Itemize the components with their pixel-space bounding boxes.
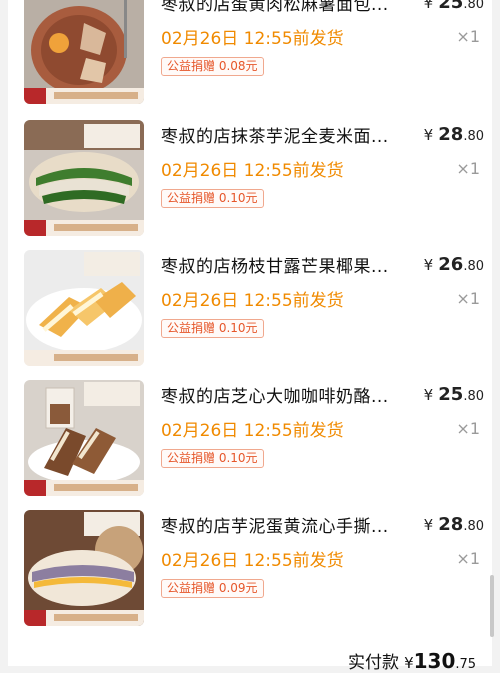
product-price: ¥ 25.80 xyxy=(424,0,484,13)
ship-time: 02月26日 12:55前发货 xyxy=(161,421,344,441)
currency-symbol: ¥ xyxy=(423,516,434,534)
charity-donation-tag: 公益捐赠 0.08元 xyxy=(161,57,264,76)
price-integer: 26 xyxy=(438,254,464,275)
price-integer: 28 xyxy=(438,514,464,535)
currency-symbol: ¥ xyxy=(423,126,434,144)
total-decimal: .75 xyxy=(455,657,477,672)
price-decimal: .80 xyxy=(463,0,484,12)
price-integer: 28 xyxy=(438,124,464,145)
product-image[interactable] xyxy=(24,510,144,626)
product-price: ¥ 28.80 xyxy=(424,124,484,145)
product-price: ¥ 28.80 xyxy=(424,514,484,535)
currency-symbol: ¥ xyxy=(423,386,434,404)
ship-time: 02月26日 12:55前发货 xyxy=(161,551,344,571)
order-item[interactable]: 枣叔的店芋泥蛋黄流心手撕... ¥ 28.80 02月26日 12:55前发货 … xyxy=(24,510,484,632)
charity-donation-tag: 公益捐赠 0.10元 xyxy=(161,449,264,468)
order-item[interactable]: 枣叔的店芝心大咖咖啡奶酪... ¥ 25.80 02月26日 12:55前发货 … xyxy=(24,380,484,502)
ship-time: 02月26日 12:55前发货 xyxy=(161,291,344,311)
price-decimal: .80 xyxy=(463,259,484,274)
quantity: ×1 xyxy=(456,289,480,308)
order-item[interactable]: 枣叔的店蛋黄肉松麻薯面包... ¥ 25.80 02月26日 12:55前发货 … xyxy=(24,0,484,110)
quantity: ×1 xyxy=(456,27,480,46)
product-price: ¥ 26.80 xyxy=(424,254,484,275)
price-decimal: .80 xyxy=(463,389,484,404)
product-name[interactable]: 枣叔的店芝心大咖咖啡奶酪... xyxy=(161,382,406,407)
currency-symbol: ¥ xyxy=(404,654,414,672)
ship-time: 02月26日 12:55前发货 xyxy=(161,161,344,181)
product-image[interactable] xyxy=(24,380,144,496)
currency-symbol: ¥ xyxy=(423,0,434,12)
price-decimal: .80 xyxy=(463,129,484,144)
ship-time: 02月26日 12:55前发货 xyxy=(161,29,344,49)
product-image[interactable] xyxy=(24,120,144,236)
product-name[interactable]: 枣叔的店杨枝甘露芒果椰果... xyxy=(161,252,406,277)
currency-symbol: ¥ xyxy=(423,256,434,274)
quantity: ×1 xyxy=(456,419,480,438)
product-image[interactable] xyxy=(24,250,144,366)
charity-donation-tag: 公益捐赠 0.09元 xyxy=(161,579,264,598)
order-item[interactable]: 枣叔的店杨枝甘露芒果椰果... ¥ 26.80 02月26日 12:55前发货 … xyxy=(24,250,484,372)
product-price: ¥ 25.80 xyxy=(424,384,484,405)
price-decimal: .80 xyxy=(463,519,484,534)
charity-donation-tag: 公益捐赠 0.10元 xyxy=(161,319,264,338)
quantity: ×1 xyxy=(456,549,480,568)
product-name[interactable]: 枣叔的店蛋黄肉松麻薯面包... xyxy=(161,0,406,15)
charity-donation-tag: 公益捐赠 0.10元 xyxy=(161,189,264,208)
order-items-card: 枣叔的店蛋黄肉松麻薯面包... ¥ 25.80 02月26日 12:55前发货 … xyxy=(8,0,492,673)
product-name[interactable]: 枣叔的店抹茶芋泥全麦米面... xyxy=(161,122,406,147)
order-item[interactable]: 枣叔的店抹茶芋泥全麦米面... ¥ 28.80 02月26日 12:55前发货 … xyxy=(24,120,484,242)
price-integer: 25 xyxy=(438,0,464,13)
total-payment: 实付款 ¥130.75 xyxy=(348,648,476,673)
quantity: ×1 xyxy=(456,159,480,178)
product-name[interactable]: 枣叔的店芋泥蛋黄流心手撕... xyxy=(161,512,406,537)
price-integer: 25 xyxy=(438,384,464,405)
total-label: 实付款 xyxy=(348,653,399,673)
scrollbar[interactable] xyxy=(490,575,494,637)
total-integer: 130 xyxy=(413,649,456,673)
product-image[interactable] xyxy=(24,0,144,104)
